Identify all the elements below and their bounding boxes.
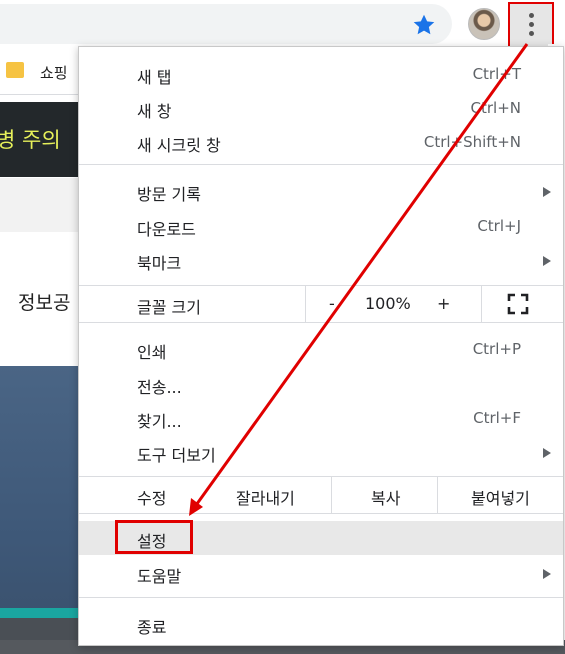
submenu-arrow-icon (543, 187, 551, 197)
copy-button[interactable]: 복사 (371, 485, 400, 509)
menu-divider (481, 286, 482, 322)
edit-row: 수정 잘라내기 복사 붙여넣기 (79, 477, 563, 513)
menu-item-label: 북마크 (137, 254, 182, 273)
menu-item-shortcut: Ctrl+T (472, 65, 521, 83)
paste-button[interactable]: 붙여넣기 (471, 485, 530, 509)
menu-separator (79, 164, 563, 165)
menu-item-incognito[interactable]: 새 시크릿 창 Ctrl+Shift+N (79, 125, 563, 159)
menu-item-new-window[interactable]: 새 창 Ctrl+N (79, 91, 563, 125)
folder-icon (6, 62, 24, 78)
menu-item-label: 전송... (137, 378, 182, 397)
menu-item-label: 새 시크릿 창 (137, 136, 221, 155)
fullscreen-icon[interactable] (507, 293, 529, 315)
menu-item-label: 새 창 (137, 102, 172, 121)
profile-avatar[interactable] (468, 8, 500, 40)
menu-item-label: 방문 기록 (137, 185, 201, 204)
menu-item-label: 다운로드 (137, 220, 196, 239)
menu-item-shortcut: Ctrl+P (472, 340, 521, 358)
settings-highlight-box (115, 520, 193, 554)
zoom-out-button[interactable]: - (329, 294, 335, 313)
menu-item-find[interactable]: 찾기... Ctrl+F (79, 401, 563, 435)
menu-item-exit[interactable]: 종료 (79, 607, 563, 641)
banner-text: 병 주의 (0, 128, 61, 152)
menu-separator (79, 513, 563, 514)
submenu-arrow-icon (543, 448, 551, 458)
star-icon[interactable] (411, 12, 437, 38)
address-bar[interactable] (0, 4, 452, 44)
menu-item-label: 인쇄 (137, 343, 167, 362)
menu-item-new-tab[interactable]: 새 탭 Ctrl+T (79, 57, 563, 91)
submenu-arrow-icon (543, 569, 551, 579)
zoom-row: 글꼴 크기 - 100% + (79, 286, 563, 322)
menu-item-print[interactable]: 인쇄 Ctrl+P (79, 332, 563, 366)
menu-item-label: 도구 더보기 (137, 446, 216, 465)
zoom-label: 글꼴 크기 (137, 298, 201, 317)
menu-divider (305, 286, 306, 322)
zoom-in-button[interactable]: + (437, 294, 450, 313)
menu-item-cast[interactable]: 전송... (79, 367, 563, 401)
submenu-arrow-icon (543, 256, 551, 266)
menu-item-shortcut: Ctrl+Shift+N (423, 133, 521, 151)
menu-separator (79, 322, 563, 323)
menu-item-shortcut: Ctrl+F (473, 409, 521, 427)
bookmark-item-shopping[interactable]: 쇼핑 (40, 62, 68, 83)
edit-label: 수정 (137, 489, 167, 508)
menu-separator (79, 597, 563, 598)
kebab-menu-icon[interactable] (508, 2, 554, 48)
menu-item-label: 새 탭 (137, 68, 172, 87)
menu-item-downloads[interactable]: 다운로드 Ctrl+J (79, 209, 563, 243)
menu-item-label: 종료 (137, 618, 167, 637)
menu-item-more-tools[interactable]: 도구 더보기 (79, 435, 563, 469)
menu-divider (331, 477, 332, 513)
page-heading: 정보공 (18, 292, 71, 314)
menu-item-shortcut: Ctrl+J (477, 217, 521, 235)
zoom-level: 100% (365, 294, 411, 313)
chrome-main-menu: 새 탭 Ctrl+T 새 창 Ctrl+N 새 시크릿 창 Ctrl+Shift… (78, 46, 564, 646)
cut-button[interactable]: 잘라내기 (236, 485, 295, 509)
menu-item-help[interactable]: 도움말 (79, 556, 563, 590)
menu-item-label: 찾기... (137, 412, 182, 431)
menu-item-bookmarks[interactable]: 북마크 (79, 243, 563, 277)
menu-item-shortcut: Ctrl+N (470, 99, 521, 117)
menu-item-label: 도움말 (137, 567, 182, 586)
menu-divider (437, 477, 438, 513)
menu-item-history[interactable]: 방문 기록 (79, 174, 563, 208)
